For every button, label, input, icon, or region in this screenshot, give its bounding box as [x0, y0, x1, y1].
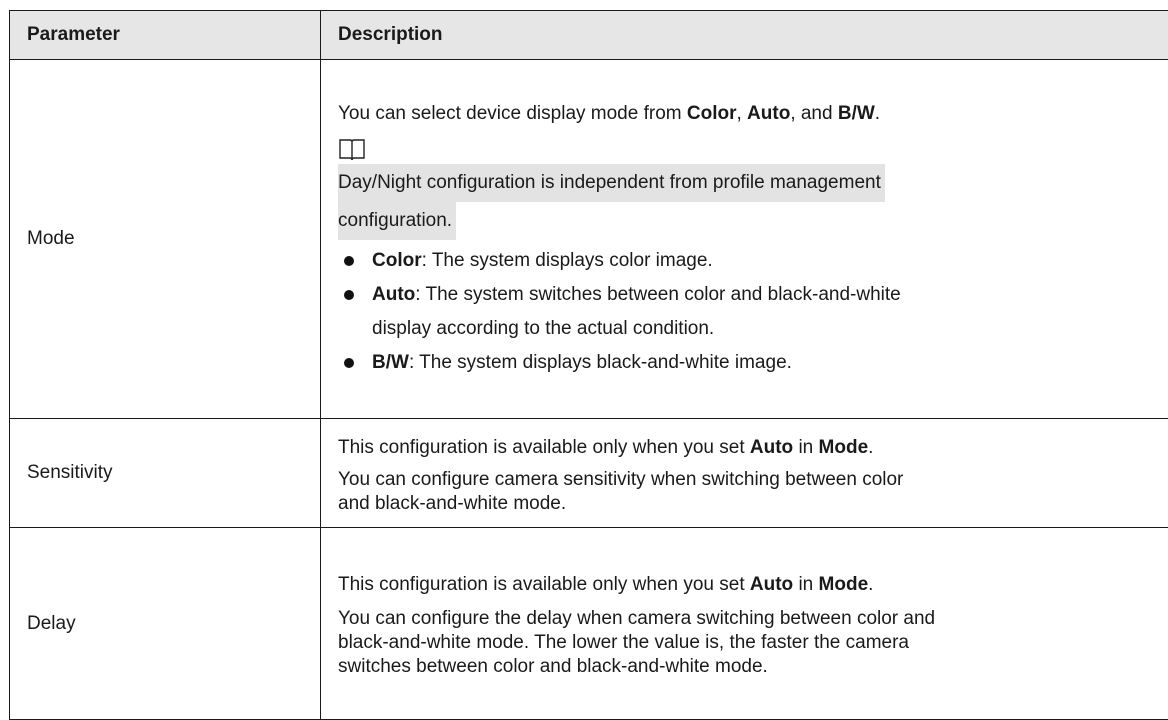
note-block: Day/Night configuration is independent f…	[338, 164, 1164, 240]
list-item: Auto: The system switches between color …	[338, 278, 1164, 346]
table-row-mode: Mode You can select device display mode …	[10, 60, 1168, 419]
availability-note: This configuration is available only whe…	[338, 431, 1164, 464]
bullet-icon	[344, 290, 354, 300]
description-line: switches between color and black-and-whi…	[338, 655, 1164, 679]
availability-note: This configuration is available only whe…	[338, 568, 1164, 601]
mode-intro: You can select device display mode from …	[338, 97, 1164, 130]
table-row-delay: Delay This configuration is available on…	[10, 528, 1168, 720]
description-cell: This configuration is available only whe…	[321, 419, 1168, 528]
parameter-name: Sensitivity	[10, 419, 321, 528]
bullet-icon	[344, 256, 354, 266]
note-text-line-1: Day/Night configuration is independent f…	[338, 164, 885, 202]
table-row-sensitivity: Sensitivity This configuration is availa…	[10, 419, 1168, 528]
list-item: Color: The system displays color image.	[338, 244, 1164, 278]
note-text-line-2: configuration.	[338, 202, 456, 240]
column-header-description: Description	[321, 11, 1168, 60]
parameter-table: Parameter Description Mode You can selec…	[9, 10, 1168, 720]
mode-options-list: Color: The system displays color image. …	[338, 244, 1164, 380]
bullet-icon	[344, 358, 354, 368]
description-line: You can configure the delay when camera …	[338, 607, 1164, 631]
description-cell: You can select device display mode from …	[321, 60, 1168, 419]
description-line: and black-and-white mode.	[338, 492, 1164, 516]
parameter-name: Mode	[10, 60, 321, 419]
description-line: You can configure camera sensitivity whe…	[338, 468, 1164, 492]
description-line: black-and-white mode. The lower the valu…	[338, 631, 1164, 655]
parameter-name: Delay	[10, 528, 321, 720]
book-icon	[338, 134, 366, 164]
list-item: B/W: The system displays black-and-white…	[338, 346, 1164, 380]
table-header-row: Parameter Description	[10, 11, 1168, 60]
description-cell: This configuration is available only whe…	[321, 528, 1168, 720]
column-header-parameter: Parameter	[10, 11, 321, 60]
